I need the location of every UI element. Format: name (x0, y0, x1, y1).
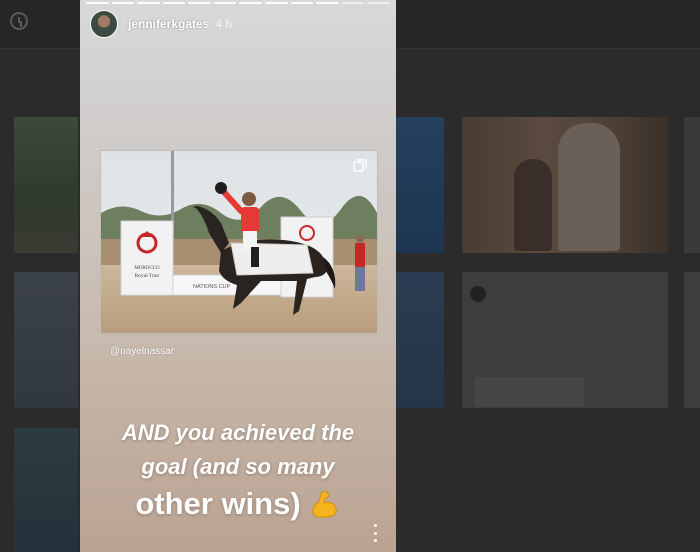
clock-icon[interactable] (10, 12, 28, 30)
horse-rider-image: MOROCCO Royal Tour NATIONS CUP (101, 151, 377, 333)
user-avatar[interactable] (90, 10, 118, 38)
feed-tile[interactable] (684, 272, 700, 408)
avatar (470, 286, 486, 302)
flexed-biceps-emoji (312, 490, 337, 518)
caption-line-last: other wins) (80, 484, 396, 524)
caption-line: goal (and so many (141, 454, 335, 479)
feed-tile-post[interactable] (462, 272, 668, 408)
progress-segment (111, 2, 135, 4)
story-username[interactable]: jenniferkgates (128, 17, 209, 31)
story-header: jenniferkgates 4 h (90, 10, 232, 38)
progress-segment (341, 2, 365, 4)
svg-text:MOROCCO: MOROCCO (134, 266, 160, 271)
story-viewer[interactable]: jenniferkgates 4 h MOROCCO Royal Tour NA… (80, 0, 396, 552)
reshared-post-photo[interactable]: MOROCCO Royal Tour NATIONS CUP (100, 150, 378, 334)
feed-tile[interactable] (684, 117, 700, 253)
progress-segment (213, 2, 237, 4)
more-options-icon[interactable] (370, 524, 380, 542)
progress-segment (367, 2, 390, 4)
progress-segment (86, 2, 109, 4)
story-timestamp: 4 h (215, 17, 233, 31)
feed-tile-couple[interactable] (462, 117, 668, 253)
feed-tile-trees[interactable] (14, 117, 78, 253)
caption-line: other wins) (135, 486, 301, 521)
progress-segment (162, 2, 186, 4)
progress-segment (316, 2, 339, 4)
photo-credit[interactable]: @nayelnassar (110, 346, 174, 357)
story-caption: AND you achieved the goal (and so many o… (80, 416, 396, 524)
progress-segment (265, 2, 288, 4)
carousel-icon (353, 159, 367, 172)
photo-sign-center: NATIONS CUP (193, 284, 231, 290)
progress-segment (290, 2, 314, 4)
feed-tile[interactable] (396, 117, 444, 253)
photo-sign-left: Royal Tour (135, 273, 160, 279)
caption-line: AND you achieved the (121, 420, 355, 445)
story-progress-bar (86, 2, 390, 4)
progress-segment (188, 2, 211, 4)
feed-tile[interactable] (396, 272, 444, 408)
progress-segment (239, 2, 263, 4)
progress-segment (137, 2, 160, 4)
feed-tile[interactable] (14, 428, 78, 552)
feed-tile[interactable] (14, 272, 78, 408)
